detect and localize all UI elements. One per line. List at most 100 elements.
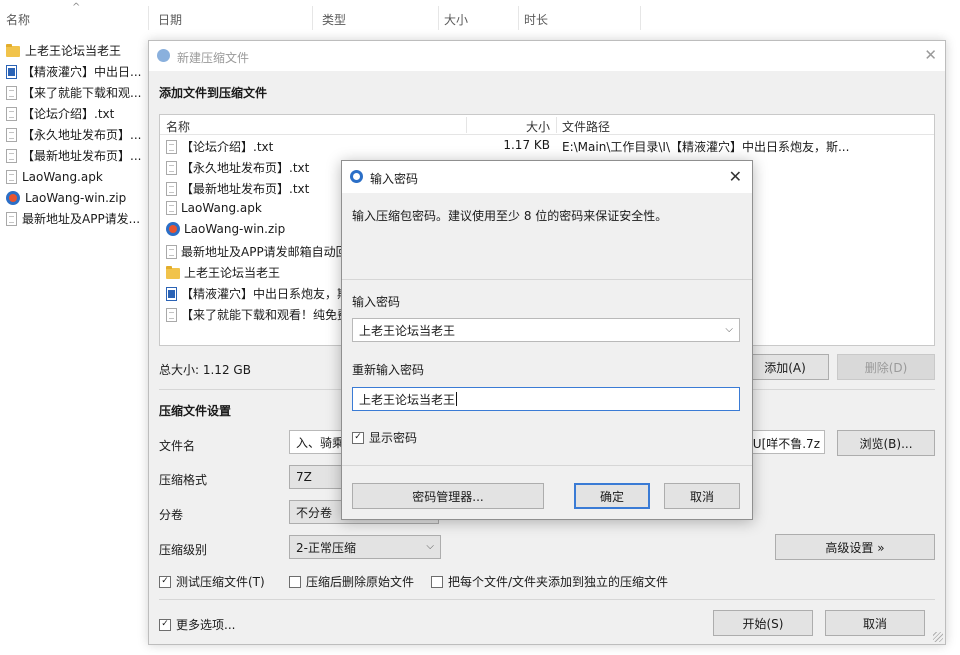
- checkbox[interactable]: ✓: [159, 618, 171, 631]
- file-name: LaoWang-win.zip: [184, 222, 286, 236]
- list-item-label: 【精液灌穴】中出日...: [22, 65, 142, 79]
- dialog-titlebar[interactable]: 输入密码 ✕: [342, 161, 752, 193]
- chevron-down-icon[interactable]: ⌵: [725, 324, 733, 335]
- divider: [159, 599, 935, 600]
- checkbox[interactable]: [431, 575, 443, 588]
- checkbox[interactable]: ✓: [352, 431, 364, 444]
- column-name[interactable]: 名称: [6, 11, 30, 28]
- option-delete-original[interactable]: 压缩后删除原始文件: [289, 573, 414, 590]
- app-icon: [350, 170, 363, 183]
- file-icon: [166, 160, 177, 175]
- list-item-label: 【永久地址发布页】...: [22, 128, 142, 142]
- header-separator: [556, 117, 557, 133]
- app-icon: [157, 49, 170, 62]
- password-value: 上老王论坛当老王: [359, 323, 456, 338]
- file-list-header: 名称 大小 文件路径: [160, 115, 934, 135]
- file-name-cell: 【来了就能下载和观看！纯免费: [166, 306, 349, 323]
- window-title: 新建压缩文件: [177, 51, 250, 65]
- list-item[interactable]: LaoWang.apk: [6, 166, 146, 187]
- list-item[interactable]: 【永久地址发布页】...: [6, 124, 146, 145]
- explorer-file-list: 上老王论坛当老王【精液灌穴】中出日... 【来了就能下载和观... 【论坛介绍】.t…: [6, 40, 146, 229]
- file-icon: [6, 211, 17, 226]
- list-item[interactable]: 【论坛介绍】.txt: [6, 103, 146, 124]
- file-name-cell: LaoWang-win.zip: [166, 222, 285, 236]
- resize-grip-icon[interactable]: [933, 632, 943, 642]
- close-icon[interactable]: ✕: [924, 46, 937, 64]
- list-item[interactable]: 【精液灌穴】中出日...: [6, 61, 146, 82]
- more-options-label: 更多选项...: [176, 618, 236, 632]
- level-value: 2-正常压缩: [296, 540, 356, 555]
- window-titlebar[interactable]: 新建压缩文件 ✕: [149, 41, 945, 71]
- checkbox[interactable]: [289, 575, 301, 588]
- filename-value-tail: U[咩不鲁.7z: [752, 437, 820, 451]
- dialog-cancel-button[interactable]: 取消: [664, 483, 740, 509]
- password-manager-button[interactable]: 密码管理器...: [352, 483, 544, 509]
- more-options-toggle[interactable]: ✓ 更多选项...: [159, 616, 235, 633]
- password-input[interactable]: 上老王论坛当老王 ⌵: [352, 318, 740, 342]
- column-duration[interactable]: 时长: [524, 11, 548, 28]
- format-value: 7Z: [296, 470, 312, 484]
- file-icon: [6, 148, 17, 163]
- column-separator: [640, 6, 641, 30]
- dialog-description: 输入压缩包密码。建议使用至少 8 位的密码来保证安全性。: [352, 209, 668, 223]
- file-icon: [6, 127, 17, 142]
- option-test-archive[interactable]: ✓ 测试压缩文件(T): [159, 573, 265, 590]
- header-size[interactable]: 大小: [526, 118, 550, 135]
- file-icon: [166, 139, 177, 154]
- cancel-button[interactable]: 取消: [825, 610, 925, 636]
- file-name-cell: 【论坛介绍】.txt: [166, 138, 273, 155]
- browse-button[interactable]: 浏览(B)...: [837, 430, 935, 456]
- option-separate-archives[interactable]: 把每个文件/文件夹添加到独立的压缩文件: [431, 573, 668, 590]
- table-row[interactable]: 【论坛介绍】.txt 1.17 KB E:\Main\工作目录\I\【精液灌穴】中出…: [160, 135, 934, 156]
- password-label: 输入密码: [352, 295, 401, 309]
- file-name: 【来了就能下载和观看！纯免费: [181, 308, 350, 322]
- list-item[interactable]: 最新地址及APP请发...: [6, 208, 146, 229]
- file-icon: [6, 106, 17, 121]
- list-item-label: 【最新地址发布页】...: [22, 149, 142, 163]
- option-label: 压缩后删除原始文件: [306, 575, 415, 589]
- document-icon: [6, 64, 17, 79]
- column-separator: [518, 6, 519, 30]
- confirm-password-input[interactable]: 上老王论坛当老王: [352, 387, 740, 411]
- start-button[interactable]: 开始(S): [713, 610, 813, 636]
- divider: [342, 465, 752, 466]
- list-item[interactable]: LaoWang-win.zip: [6, 187, 146, 208]
- remove-button[interactable]: 删除(D): [837, 354, 935, 380]
- filename-label: 文件名: [159, 439, 196, 453]
- show-password-label: 显示密码: [369, 431, 418, 445]
- list-item-label: 【来了就能下载和观...: [22, 86, 142, 100]
- chevron-down-icon: ⌵: [426, 541, 434, 552]
- list-item[interactable]: 【来了就能下载和观...: [6, 82, 146, 103]
- file-icon: [166, 201, 177, 215]
- column-separator: [438, 6, 439, 30]
- total-size: 总大小: 1.12 GB: [159, 363, 251, 377]
- column-type[interactable]: 类型: [322, 11, 346, 28]
- file-name-cell: LaoWang.apk: [166, 201, 262, 215]
- divider: [342, 279, 752, 280]
- file-size: 1.17 KB: [503, 138, 550, 152]
- column-date[interactable]: 日期: [158, 11, 182, 28]
- list-item[interactable]: 上老王论坛当老王: [6, 40, 146, 61]
- close-icon[interactable]: ✕: [729, 167, 742, 186]
- column-separator: [312, 6, 313, 30]
- header-path[interactable]: 文件路径: [562, 118, 610, 135]
- list-item-label: 【论坛介绍】.txt: [22, 107, 115, 121]
- checkbox[interactable]: ✓: [159, 575, 171, 588]
- add-button[interactable]: 添加(A): [741, 354, 829, 380]
- file-name-cell: 上老王论坛当老王: [166, 264, 280, 281]
- header-separator: [466, 117, 467, 133]
- text-caret: [456, 392, 458, 406]
- zip-icon: [6, 190, 20, 205]
- format-label: 压缩格式: [159, 473, 208, 487]
- column-separator: [148, 6, 149, 30]
- ok-button[interactable]: 确定: [574, 483, 650, 509]
- advanced-settings-button[interactable]: 高级设置 »: [775, 534, 935, 560]
- file-icon: [166, 181, 177, 196]
- show-password-toggle[interactable]: ✓ 显示密码: [352, 429, 417, 446]
- level-select[interactable]: 2-正常压缩 ⌵: [289, 535, 441, 559]
- list-item[interactable]: 【最新地址发布页】...: [6, 145, 146, 166]
- column-size[interactable]: 大小: [444, 11, 468, 28]
- list-item-label: 最新地址及APP请发...: [22, 212, 141, 226]
- list-item-label: LaoWang-win.zip: [25, 190, 127, 205]
- header-name[interactable]: 名称: [166, 118, 190, 135]
